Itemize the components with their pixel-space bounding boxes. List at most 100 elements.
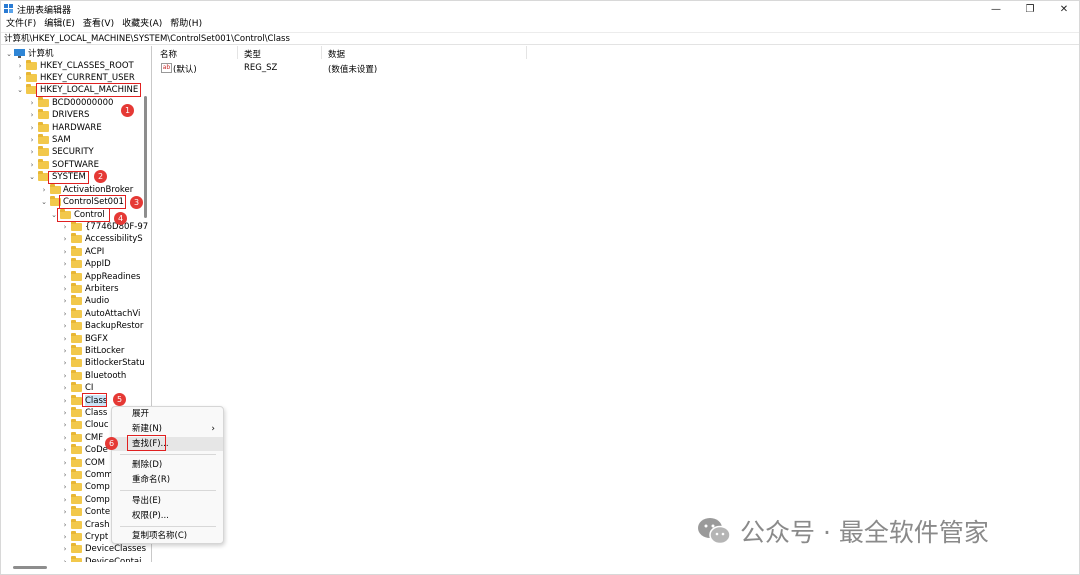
tree-label: BitlockerStatu	[85, 358, 145, 368]
chevron-down-icon[interactable]: ⌄	[28, 171, 36, 183]
menu-file[interactable]: 文件(F)	[1, 17, 39, 31]
registry-app-icon	[4, 4, 13, 13]
address-bar[interactable]: 计算机\HKEY_LOCAL_MACHINE\SYSTEM\ControlSet…	[1, 32, 1079, 45]
chevron-right-icon[interactable]: ›	[61, 233, 69, 245]
chevron-down-icon[interactable]: ⌄	[5, 48, 13, 60]
column-separator[interactable]	[237, 46, 238, 59]
menu-item-permissions[interactable]: 权限(P)...	[112, 509, 223, 523]
chevron-right-icon[interactable]: ›	[61, 370, 69, 382]
chevron-right-icon[interactable]: ›	[61, 543, 69, 555]
column-header-name[interactable]: 名称	[160, 48, 177, 60]
restore-button[interactable]: ❐	[1013, 1, 1047, 17]
step-badge: 6	[105, 437, 118, 450]
chevron-right-icon[interactable]: ›	[61, 494, 69, 506]
chevron-right-icon[interactable]: ›	[40, 184, 48, 196]
window-title: 注册表编辑器	[17, 6, 72, 16]
column-header-type[interactable]: 类型	[244, 48, 261, 60]
folder-icon	[71, 333, 82, 343]
chevron-right-icon[interactable]: ›	[61, 283, 69, 295]
folder-icon	[38, 97, 49, 107]
chevron-right-icon[interactable]: ›	[61, 295, 69, 307]
chevron-right-icon[interactable]: ›	[28, 159, 36, 171]
value-type: REG_SZ	[244, 63, 278, 73]
chevron-down-icon[interactable]: ⌄	[16, 84, 24, 96]
folder-icon	[71, 457, 82, 467]
column-separator[interactable]	[321, 46, 322, 59]
chevron-right-icon[interactable]: ›	[61, 519, 69, 531]
tree-vertical-scrollbar[interactable]	[144, 96, 147, 218]
close-button[interactable]: ✕	[1047, 1, 1080, 17]
folder-icon	[26, 60, 37, 70]
menu-item-expand[interactable]: 展开	[112, 407, 223, 421]
tree-label: Comp	[85, 495, 110, 505]
menu-item-delete[interactable]: 删除(D)	[112, 458, 223, 472]
tree-label: AppReadines	[85, 272, 141, 282]
menu-view[interactable]: 查看(V)	[78, 17, 117, 31]
chevron-right-icon[interactable]: ›	[61, 531, 69, 543]
chevron-right-icon[interactable]: ›	[61, 382, 69, 394]
chevron-right-icon[interactable]: ›	[28, 122, 36, 134]
chevron-right-icon[interactable]: ›	[28, 146, 36, 158]
menu-item-export[interactable]: 导出(E)	[112, 494, 223, 508]
chevron-right-icon[interactable]: ›	[61, 481, 69, 493]
highlight-box	[127, 435, 166, 451]
chevron-right-icon[interactable]: ›	[16, 72, 24, 84]
tree-horizontal-scrollbar[interactable]	[13, 566, 47, 569]
chevron-right-icon[interactable]: ›	[61, 506, 69, 518]
tree-label: ACPI	[85, 247, 105, 257]
chevron-right-icon: ›	[211, 424, 215, 434]
chevron-right-icon[interactable]: ›	[61, 469, 69, 481]
folder-icon	[71, 345, 82, 355]
chevron-right-icon[interactable]: ›	[61, 258, 69, 270]
menu-edit[interactable]: 编辑(E)	[39, 17, 78, 31]
chevron-right-icon[interactable]: ›	[61, 271, 69, 283]
chevron-right-icon[interactable]: ›	[61, 221, 69, 233]
chevron-right-icon[interactable]: ›	[61, 308, 69, 320]
folder-icon	[71, 221, 82, 231]
chevron-right-icon[interactable]: ›	[28, 109, 36, 121]
watermark: 公众号 · 最全软件管家	[696, 511, 989, 551]
chevron-right-icon[interactable]: ›	[61, 395, 69, 407]
tree-label: 计算机	[28, 49, 54, 59]
folder-icon	[71, 531, 82, 541]
folder-icon	[71, 382, 82, 392]
chevron-right-icon[interactable]: ›	[61, 444, 69, 456]
string-value-icon: ab	[161, 63, 172, 73]
chevron-down-icon[interactable]: ⌄	[40, 196, 48, 208]
menu-separator	[120, 454, 216, 455]
folder-icon	[50, 184, 61, 194]
context-menu: 展开 新建(N) › 查找(F)... 删除(D) 重命名(R) 导出(E) 权…	[111, 406, 224, 544]
computer-icon	[14, 49, 25, 58]
chevron-right-icon[interactable]: ›	[61, 246, 69, 258]
folder-icon	[38, 122, 49, 132]
menu-item-new-label: 新建(N)	[132, 424, 162, 434]
chevron-right-icon[interactable]: ›	[61, 432, 69, 444]
menu-separator	[120, 490, 216, 491]
chevron-right-icon[interactable]: ›	[61, 419, 69, 431]
chevron-right-icon[interactable]: ›	[61, 320, 69, 332]
tree-label: Class	[85, 408, 108, 418]
chevron-right-icon[interactable]: ›	[16, 60, 24, 72]
chevron-right-icon[interactable]: ›	[28, 97, 36, 109]
menu-item-rename[interactable]: 重命名(R)	[112, 473, 223, 487]
menu-favorites[interactable]: 收藏夹(A)	[117, 17, 165, 31]
menu-item-new[interactable]: 新建(N) ›	[112, 422, 223, 436]
chevron-right-icon[interactable]: ›	[61, 345, 69, 357]
chevron-right-icon[interactable]: ›	[61, 457, 69, 469]
value-list-pane[interactable]: 名称 类型 数据 ab (默认) REG_SZ (数值未设置)	[153, 46, 1079, 568]
chevron-right-icon[interactable]: ›	[28, 134, 36, 146]
column-separator[interactable]	[526, 46, 527, 59]
chevron-right-icon[interactable]: ›	[61, 407, 69, 419]
menu-help[interactable]: 帮助(H)	[165, 17, 205, 31]
chevron-right-icon[interactable]: ›	[61, 333, 69, 345]
chevron-right-icon[interactable]: ›	[61, 357, 69, 369]
menu-separator	[120, 526, 216, 527]
folder-icon	[71, 308, 82, 318]
menu-item-copy-key-name[interactable]: 复制项名称(C)	[112, 529, 223, 543]
minimize-button[interactable]: —	[979, 1, 1013, 17]
folder-icon	[71, 432, 82, 442]
column-header-data[interactable]: 数据	[328, 48, 345, 60]
tree-label: Bluetooth	[85, 371, 127, 381]
folder-icon	[71, 481, 82, 491]
tree-item-class-selected[interactable]: › Class	[1, 395, 108, 407]
